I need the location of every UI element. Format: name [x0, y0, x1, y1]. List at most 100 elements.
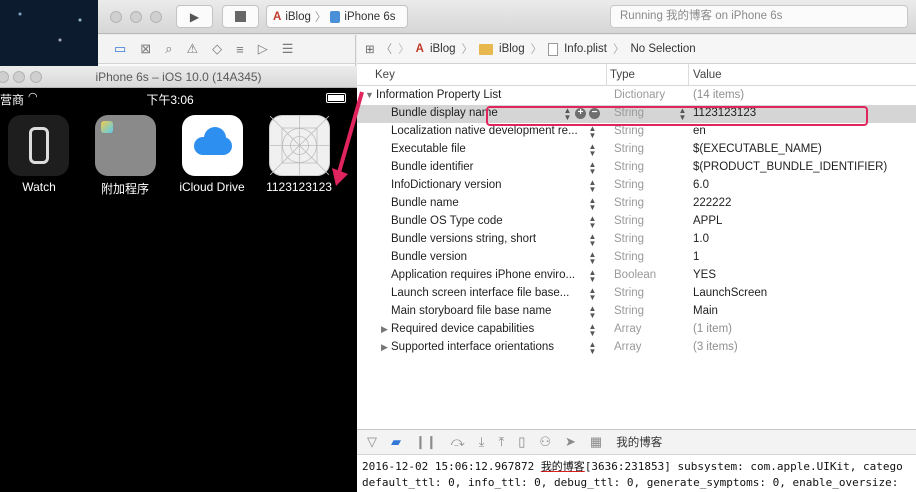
- step-out-icon[interactable]: ⤒: [498, 434, 504, 450]
- key-stepper-icon[interactable]: ▲ ▼: [588, 305, 597, 320]
- row-type: Array: [614, 323, 642, 335]
- plist-row[interactable]: ▶ Required device capabilities ▲ ▼ Array (1 i…: [357, 321, 916, 339]
- project-icon: A: [415, 43, 424, 55]
- plist-row[interactable]: InfoDictionary version ▲ ▼ String 6.0: [357, 177, 916, 195]
- window-minimize-button[interactable]: [130, 11, 142, 23]
- row-type: Array: [614, 341, 642, 353]
- breadcrumb-selection[interactable]: No Selection: [630, 43, 695, 55]
- type-column-header[interactable]: Type: [610, 69, 635, 81]
- memory-graph-icon[interactable]: ⚇: [539, 434, 551, 450]
- plist-row[interactable]: Launch screen interface file base... ▲ ▼ St…: [357, 285, 916, 303]
- ios-status-bar: 营商 ◠ 下午3:06: [0, 88, 357, 108]
- simulator-window: iPhone 6s – iOS 10.0 (14A345) 营商 ◠ 下午3:0…: [0, 66, 357, 492]
- step-in-icon[interactable]: ⤓: [479, 434, 485, 450]
- row-value[interactable]: 6.0: [693, 179, 709, 191]
- disclosure-collapsed-icon[interactable]: ▶: [381, 342, 388, 353]
- row-key: Required device capabilities: [391, 323, 535, 335]
- row-value[interactable]: APPL: [693, 215, 722, 227]
- key-stepper-icon[interactable]: ▲ ▼: [588, 161, 597, 176]
- step-over-icon[interactable]: ⤼: [451, 434, 465, 450]
- watch-icon[interactable]: [8, 115, 69, 176]
- row-type: String: [614, 143, 645, 155]
- find-navigator-icon[interactable]: ⌕: [165, 41, 172, 57]
- test-navigator-icon[interactable]: ◇: [212, 41, 222, 57]
- debug-navigator-icon[interactable]: ≡: [236, 42, 244, 57]
- key-stepper-icon[interactable]: ▲ ▼: [588, 125, 597, 140]
- console-timestamp: 2016-12-02 15:06:12.967872: [362, 460, 541, 473]
- location-icon[interactable]: ➤: [565, 434, 576, 450]
- key-stepper-icon[interactable]: ▲ ▼: [588, 179, 597, 194]
- plist-row[interactable]: Main storyboard file base name ▲ ▼ String Ma…: [357, 303, 916, 321]
- plist-root-row[interactable]: ▼ Information Property List Dictionary (…: [357, 87, 916, 105]
- simulator-titlebar: iPhone 6s – iOS 10.0 (14A345): [0, 66, 357, 88]
- scheme-target-label: iBlog: [285, 10, 311, 23]
- key-stepper-icon[interactable]: ▲ ▼: [588, 287, 597, 302]
- row-value[interactable]: 222222: [693, 197, 731, 209]
- plist-row[interactable]: Bundle name ▲ ▼ String 222222: [357, 195, 916, 213]
- row-value[interactable]: $(EXECUTABLE_NAME): [693, 143, 822, 155]
- row-value[interactable]: en: [693, 125, 706, 137]
- plist-row[interactable]: Bundle OS Type code ▲ ▼ String APPL: [357, 213, 916, 231]
- breadcrumb-group[interactable]: iBlog: [499, 43, 525, 55]
- row-value[interactable]: 1: [693, 251, 699, 263]
- pause-icon[interactable]: ❙❙: [415, 434, 437, 450]
- row-key: Supported interface orientations: [391, 341, 555, 353]
- key-stepper-icon[interactable]: ▲ ▼: [588, 197, 597, 212]
- hide-debug-area-icon[interactable]: ▽: [367, 434, 377, 450]
- key-column-header[interactable]: Key: [375, 69, 395, 81]
- key-stepper-icon[interactable]: ▲ ▼: [588, 233, 597, 248]
- app-grid-icon: [269, 115, 330, 176]
- row-value[interactable]: $(PRODUCT_BUNDLE_IDENTIFIER): [693, 161, 887, 173]
- window-close-button[interactable]: [110, 11, 122, 23]
- row-type: String: [614, 179, 645, 191]
- row-value[interactable]: Main: [693, 305, 718, 317]
- row-value[interactable]: YES: [693, 269, 716, 281]
- key-stepper-icon[interactable]: ▲ ▼: [588, 251, 597, 266]
- report-navigator-icon[interactable]: ☰: [282, 41, 294, 57]
- key-stepper-icon[interactable]: ▲ ▼: [588, 215, 597, 230]
- stop-button[interactable]: [222, 5, 259, 28]
- forward-arrow-icon[interactable]: 〉: [398, 41, 410, 57]
- breakpoints-toggle-icon[interactable]: ▰: [391, 434, 401, 450]
- plist-row[interactable]: Bundle identifier ▲ ▼ String $(PRODUCT_BUNDL…: [357, 159, 916, 177]
- key-stepper-icon[interactable]: ▲ ▼: [588, 341, 597, 356]
- disclosure-collapsed-icon[interactable]: ▶: [381, 324, 388, 335]
- scheme-selector[interactable]: A iBlog 〉 iPhone 6s: [266, 5, 408, 28]
- issue-navigator-icon[interactable]: ⚠: [186, 41, 198, 57]
- value-column-header[interactable]: Value: [693, 69, 722, 81]
- simulator-device-icon: [330, 10, 341, 23]
- run-button[interactable]: ▶: [176, 5, 213, 28]
- breakpoint-navigator-icon[interactable]: ▷: [258, 41, 268, 57]
- plist-row[interactable]: Executable file ▲ ▼ String $(EXECUTABLE_NAME…: [357, 141, 916, 159]
- row-key: Bundle versions string, short: [391, 233, 537, 245]
- status-time: 下午3:06: [146, 93, 194, 107]
- row-value[interactable]: LaunchScreen: [693, 287, 767, 299]
- breadcrumb-file[interactable]: Info.plist: [564, 43, 607, 55]
- blank-app-icon[interactable]: [269, 115, 330, 176]
- key-stepper-icon[interactable]: ▲ ▼: [588, 143, 597, 158]
- annotation-arrow-icon: [332, 91, 364, 186]
- symbol-navigator-icon[interactable]: ⊠: [140, 41, 151, 57]
- key-stepper-icon[interactable]: ▲ ▼: [588, 323, 597, 338]
- row-key: Bundle identifier: [391, 161, 474, 173]
- plist-row[interactable]: Application requires iPhone enviro... ▲ ▼ B…: [357, 267, 916, 285]
- project-navigator-icon[interactable]: ▭: [114, 41, 126, 57]
- back-arrow-icon[interactable]: 〈: [381, 41, 393, 57]
- debug-app-name[interactable]: 我的博客: [616, 434, 662, 450]
- folder-icon[interactable]: [95, 115, 156, 176]
- plist-row[interactable]: ▶ Supported interface orientations ▲ ▼ Array…: [357, 339, 916, 357]
- window-zoom-button[interactable]: [150, 11, 162, 23]
- plist-row[interactable]: Bundle version ▲ ▼ String 1: [357, 249, 916, 267]
- view-debugger-icon[interactable]: ▯: [518, 434, 525, 450]
- debug-bar: ▽ ▰ ❙❙ ⤼ ⤓ ⤒ ▯ ⚇ ➤ ▦ 我的博客: [357, 429, 916, 455]
- related-items-icon[interactable]: ⊞: [365, 42, 375, 56]
- console-message: [3636:231853] subsystem: com.apple.UIKit…: [584, 460, 903, 473]
- key-stepper-icon[interactable]: ▲ ▼: [588, 269, 597, 284]
- console-output[interactable]: 2016-12-02 15:06:12.967872 我的博客[3636:231…: [357, 455, 916, 492]
- root-key: Information Property List: [376, 89, 502, 101]
- row-value[interactable]: 1.0: [693, 233, 709, 245]
- icloud-icon[interactable]: [182, 115, 243, 176]
- plist-row[interactable]: Bundle versions string, short ▲ ▼ String 1.0: [357, 231, 916, 249]
- row-value: (3 items): [693, 341, 738, 353]
- breadcrumb-project[interactable]: iBlog: [430, 43, 456, 55]
